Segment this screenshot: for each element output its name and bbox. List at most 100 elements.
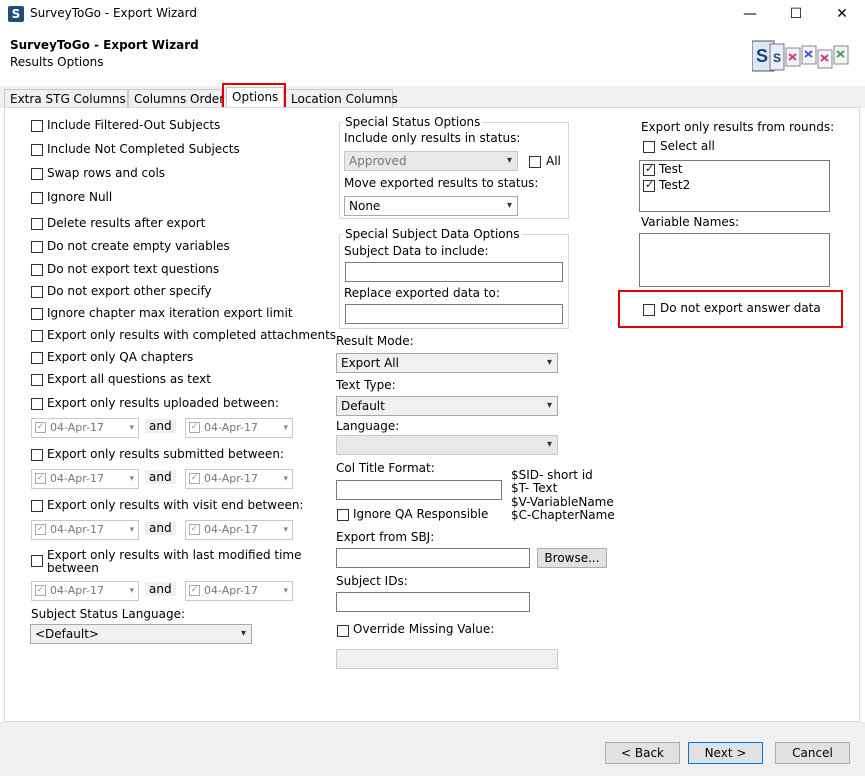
option-label: Export only results submitted between: bbox=[47, 447, 284, 461]
chevron-down-icon: ▾ bbox=[506, 155, 512, 166]
subject-data-include-label: Subject Data to include: bbox=[344, 244, 489, 258]
subject-ids-input[interactable] bbox=[336, 592, 530, 612]
back-button[interactable]: < Back bbox=[605, 742, 680, 764]
date-enable-checkbox[interactable]: ✓ bbox=[189, 585, 200, 596]
window-title: SurveyToGo - Export Wizard bbox=[30, 6, 197, 20]
col-title-hint: $SID- short id bbox=[511, 468, 593, 482]
option-label: Include Not Completed Subjects bbox=[47, 142, 240, 156]
date-enable-checkbox[interactable]: ✓ bbox=[35, 585, 46, 596]
subject-data-include-input[interactable] bbox=[345, 262, 563, 282]
cancel-button[interactable]: Cancel bbox=[775, 742, 850, 764]
browse-button[interactable]: Browse... bbox=[537, 548, 607, 568]
option-label: Export only results with visit end betwe… bbox=[47, 498, 304, 512]
override-missing-input[interactable] bbox=[336, 649, 558, 669]
language-select[interactable]: ▾ bbox=[336, 435, 558, 455]
subject-status-language-label: Subject Status Language: bbox=[31, 607, 185, 621]
do-not-export-answer-checkbox[interactable] bbox=[643, 304, 655, 316]
submitted-to-date[interactable]: ✓ 04-Apr-17 ▾ bbox=[185, 469, 293, 489]
chevron-down-icon: ▾ bbox=[283, 474, 288, 484]
date-enable-checkbox[interactable]: ✓ bbox=[35, 524, 46, 535]
round-test-checkbox[interactable]: ✓ bbox=[643, 162, 655, 176]
move-status-label: Move exported results to status: bbox=[344, 176, 539, 190]
select-all-rounds-checkbox[interactable] bbox=[643, 141, 655, 153]
completed-attachments-checkbox[interactable] bbox=[31, 330, 43, 342]
export-from-sbj-input[interactable] bbox=[336, 548, 530, 568]
ignore-qa-responsible-checkbox[interactable] bbox=[337, 509, 349, 521]
last-modified-from-date[interactable]: ✓ 04-Apr-17 ▾ bbox=[31, 581, 139, 601]
result-mode-select[interactable]: Export All ▾ bbox=[336, 353, 558, 373]
replace-data-label: Replace exported data to: bbox=[344, 286, 500, 300]
last-modified-to-date[interactable]: ✓ 04-Apr-17 ▾ bbox=[185, 581, 293, 601]
chevron-down-icon: ▾ bbox=[129, 525, 134, 535]
round-test2-label: Test2 bbox=[659, 178, 691, 192]
text-type-select[interactable]: Default ▾ bbox=[336, 396, 558, 416]
replace-data-input[interactable] bbox=[345, 304, 563, 324]
all-status-checkbox[interactable] bbox=[529, 156, 541, 168]
submitted-between-checkbox[interactable] bbox=[31, 449, 43, 461]
qa-chapters-checkbox[interactable] bbox=[31, 352, 43, 364]
maximize-button[interactable]: ☐ bbox=[773, 0, 819, 28]
next-button[interactable]: Next > bbox=[688, 742, 763, 764]
ignore-chapter-limit-checkbox[interactable] bbox=[31, 308, 43, 320]
option-label: Export only results with completed attac… bbox=[47, 328, 337, 342]
move-status-select[interactable]: None ▾ bbox=[344, 196, 518, 216]
date-enable-checkbox[interactable]: ✓ bbox=[35, 473, 46, 484]
and-label: and bbox=[145, 521, 176, 535]
submitted-from-date[interactable]: ✓ 04-Apr-17 ▾ bbox=[31, 469, 139, 489]
ignore-qa-responsible-label: Ignore QA Responsible bbox=[353, 507, 489, 521]
close-button[interactable]: ✕ bbox=[819, 0, 865, 28]
visit-end-between-checkbox[interactable] bbox=[31, 500, 43, 512]
svg-text:S: S bbox=[773, 51, 781, 65]
last-modified-between-checkbox[interactable] bbox=[31, 555, 43, 567]
uploaded-from-date[interactable]: ✓ 04-Apr-17 ▾ bbox=[31, 418, 139, 438]
no-text-questions-checkbox[interactable] bbox=[31, 264, 43, 276]
subject-ids-label: Subject IDs: bbox=[336, 574, 408, 588]
minimize-button[interactable]: — bbox=[727, 0, 773, 28]
surveytogo-logo-icon: S S bbox=[752, 40, 849, 72]
variable-names-listbox[interactable] bbox=[639, 233, 830, 287]
option-label: between bbox=[47, 561, 99, 575]
swap-rows-checkbox[interactable] bbox=[31, 168, 43, 180]
result-mode-label: Result Mode: bbox=[336, 334, 414, 348]
special-subject-title: Special Subject Data Options bbox=[343, 227, 522, 241]
subject-status-language-select[interactable]: <Default> ▾ bbox=[30, 624, 252, 644]
chevron-down-icon: ▾ bbox=[283, 586, 288, 596]
date-enable-checkbox[interactable]: ✓ bbox=[35, 422, 46, 433]
date-enable-checkbox[interactable]: ✓ bbox=[189, 524, 200, 535]
delete-results-checkbox[interactable] bbox=[31, 218, 43, 230]
uploaded-to-date[interactable]: ✓ 04-Apr-17 ▾ bbox=[185, 418, 293, 438]
include-status-select[interactable]: Approved ▾ bbox=[344, 151, 518, 171]
col-title-hint: $T- Text bbox=[511, 481, 558, 495]
svg-text:S: S bbox=[756, 46, 768, 66]
chevron-down-icon: ▾ bbox=[129, 586, 134, 596]
chevron-down-icon: ▾ bbox=[546, 357, 552, 368]
tab-extra-stg-columns[interactable]: Extra STG Columns bbox=[4, 89, 128, 107]
wizard-subtitle: Results Options bbox=[10, 55, 104, 69]
include-status-label: Include only results in status: bbox=[344, 131, 521, 145]
chevron-down-icon: ▾ bbox=[129, 423, 134, 433]
uploaded-between-checkbox[interactable] bbox=[31, 398, 43, 410]
and-label: and bbox=[145, 582, 176, 596]
include-not-completed-checkbox[interactable] bbox=[31, 144, 43, 156]
round-test2-checkbox[interactable]: ✓ bbox=[643, 178, 655, 192]
option-label: Do not export other specify bbox=[47, 284, 212, 298]
text-type-label: Text Type: bbox=[336, 378, 396, 392]
col-title-format-input[interactable] bbox=[336, 480, 502, 500]
visit-end-to-date[interactable]: ✓ 04-Apr-17 ▾ bbox=[185, 520, 293, 540]
col-title-hint: $V-VariableName bbox=[511, 495, 614, 509]
no-empty-variables-checkbox[interactable] bbox=[31, 241, 43, 253]
no-other-specify-checkbox[interactable] bbox=[31, 286, 43, 298]
visit-end-from-date[interactable]: ✓ 04-Apr-17 ▾ bbox=[31, 520, 139, 540]
date-enable-checkbox[interactable]: ✓ bbox=[189, 422, 200, 433]
app-logo-icon: S bbox=[8, 6, 24, 22]
tab-columns-order[interactable]: Columns Order bbox=[128, 89, 224, 107]
tab-location-columns[interactable]: Location Columns bbox=[285, 89, 398, 107]
option-label: Export only results uploaded between: bbox=[47, 396, 279, 410]
ignore-null-checkbox[interactable] bbox=[31, 192, 43, 204]
rounds-label: Export only results from rounds: bbox=[641, 120, 835, 134]
col-title-hint: $C-ChapterName bbox=[511, 508, 615, 522]
date-enable-checkbox[interactable]: ✓ bbox=[189, 473, 200, 484]
include-filtered-checkbox[interactable] bbox=[31, 120, 43, 132]
override-missing-checkbox[interactable] bbox=[337, 625, 349, 637]
questions-as-text-checkbox[interactable] bbox=[31, 374, 43, 386]
